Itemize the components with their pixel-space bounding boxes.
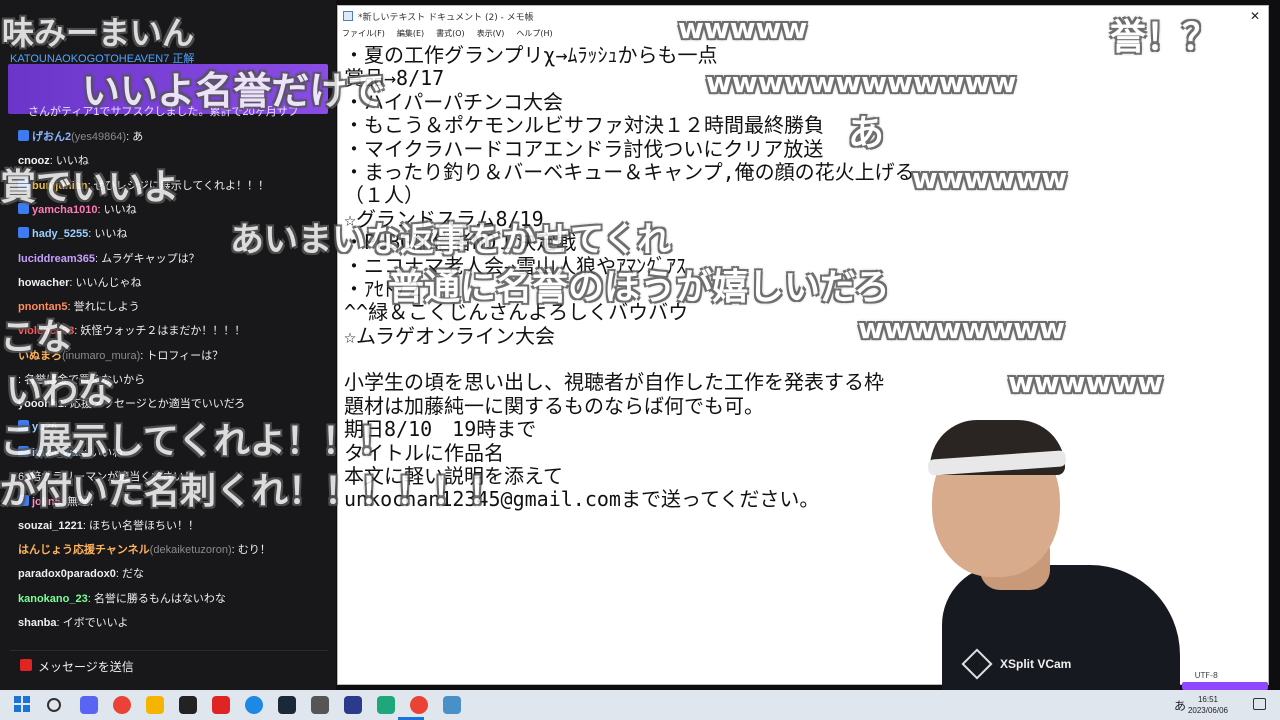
taskbar: あ 16:51 2023/06/06 <box>0 690 1280 720</box>
clock-date: 2023/06/06 <box>1187 706 1228 715</box>
app-icon[interactable] <box>179 696 197 714</box>
chat-username[interactable]: howacher <box>18 277 69 289</box>
notepad-line <box>344 348 915 371</box>
chat-message: luciddream365: ムラゲキャップは？ <box>18 250 200 266</box>
badge-icon <box>18 227 29 239</box>
chat-message-text: : 誉れにしよう <box>67 301 140 314</box>
steam-icon[interactable] <box>278 696 296 714</box>
chat-username[interactable]: luciddream365 <box>18 253 95 265</box>
chrome-icon[interactable] <box>113 696 131 714</box>
ncv-icon[interactable] <box>311 696 329 714</box>
blue-app-icon[interactable] <box>245 696 263 714</box>
xsplit-label: XSplit VCam <box>1000 657 1072 671</box>
overlay-comment: 誉！？ <box>1110 17 1219 58</box>
chat-username[interactable]: paradox0paradox0 <box>18 568 116 580</box>
notepad-line: 期日8/10 19時まで <box>344 417 537 442</box>
chat-login-name: (dekaiketuzoron) <box>149 544 232 557</box>
notepad-line: 小学生の頃を思い出し、視聴者が自作した工作を発表する枠 <box>344 370 884 395</box>
notepad-line: 題材は加藤純一に関するものならば何でも可。 <box>344 393 764 418</box>
start-icon[interactable] <box>14 696 32 714</box>
chrome2-icon[interactable] <box>410 696 428 714</box>
red-app-icon[interactable] <box>212 696 230 714</box>
overlay-comment: 味みーまいん <box>2 14 195 52</box>
chat-message: hady_5255: いいね <box>18 225 127 241</box>
chat-message-text: : イボでいいよ <box>56 617 129 629</box>
chat-message: げおん2(yes49864): あ <box>18 128 143 144</box>
chat-message-text: : 妖怪ウォッチ２はまだか！！！！ <box>74 325 246 338</box>
chat-message-text: : あ <box>126 131 144 143</box>
overlay-comment: こ展示してくれよ！！！ <box>0 421 394 462</box>
folder-icon[interactable] <box>146 696 164 714</box>
menu-edit[interactable]: 編集(E) <box>397 26 424 42</box>
overlay-comment: wwwwww <box>912 162 1068 195</box>
chat-message-text: : だな <box>115 568 144 581</box>
menu-view[interactable]: 表示(V) <box>477 26 505 42</box>
chat-message-text: : トロフィーは？ <box>140 349 224 362</box>
chat-username[interactable]: souzai_1221 <box>18 520 83 532</box>
overlay-comment: あいまいな返事をかせてくれ <box>230 220 671 260</box>
chat-message: はんじょう応援チャンネル(dekaiketuzoron): むり！ <box>18 541 271 557</box>
purple-indicator <box>1182 682 1268 690</box>
clock-time: 16:51 <box>1197 695 1218 704</box>
notepad-line: ☆ムラゲオンライン大会 <box>344 323 556 348</box>
chat-login-name: (yes49864) <box>71 131 127 143</box>
chat-username[interactable]: げおん2 <box>32 131 71 143</box>
chat-message: howacher: いいんじゃね <box>18 274 141 290</box>
chat-login-name: (inumaro_mura) <box>62 349 141 362</box>
chat-message-text: : ムラゲキャップは？ <box>95 252 200 265</box>
webcam-overlay: XSplit VCam <box>900 415 1200 715</box>
notepad-icon[interactable] <box>443 696 461 714</box>
chat-message-text: : 名誉に勝るもんはないわな <box>87 592 226 605</box>
chat-message: souzai_1221: ほちい名誉ほちい！！ <box>18 517 199 533</box>
chat-message-text: : いいんじゃね <box>69 276 142 289</box>
chat-message: shanba: イボでいいよ <box>18 614 128 630</box>
chat-message: kanokano_23: 名誉に勝るもんはないわな <box>18 590 226 606</box>
discord-icon[interactable] <box>80 696 98 714</box>
overlay-comment: wwwwwwwwwwww <box>706 66 1017 99</box>
notepad-line: ・夏の工作グランプリχ→ﾑﾗｯｼｭからも一点 <box>344 43 718 67</box>
overlay-comment: wwwww <box>678 12 808 45</box>
chat-username[interactable]: はんじょう応援チャンネル <box>18 544 150 556</box>
camera-icon <box>20 659 32 671</box>
notepad-line: ・まったり釣り＆バーベキュー＆キャンプ,俺の顔の花火上げる <box>344 159 915 184</box>
chat-message: paradox0paradox0: だな <box>18 565 144 581</box>
overlay-comment: wwwwww <box>1008 366 1164 399</box>
overlay-comment: が付いた名刺くれ！！！！！！ <box>0 471 505 512</box>
green-app-icon[interactable] <box>377 696 395 714</box>
chat-message-text: : むり！ <box>231 544 271 557</box>
screen: KATOUNAOKOGOTOHEAVEN7 正解 さんがティア1でサブスクしまし… <box>0 0 1280 720</box>
send-message-label: メッセージを送信 <box>38 660 134 674</box>
notepad-line: ・もこう＆ポケモンルビサファ対決１２時間最終勝負 <box>344 113 824 138</box>
chat-message-text: : ほちい名誉ほちい！！ <box>82 519 199 532</box>
badge-icon <box>18 130 29 141</box>
menu-file[interactable]: ファイル(F) <box>342 26 385 42</box>
send-message-button[interactable]: メッセージを送信 <box>10 650 328 680</box>
notepad-line: ・マイクラハードコアエンドラ討伐ついにクリア放送 <box>344 136 824 161</box>
overlay-comment: いわな <box>6 371 115 412</box>
notification-icon[interactable] <box>1253 698 1266 710</box>
overlay-comment: こな <box>0 317 73 358</box>
ime-indicator[interactable]: あ <box>1174 697 1186 714</box>
close-icon[interactable]: ✕ <box>1250 9 1260 23</box>
clock[interactable]: 16:51 2023/06/06 <box>1188 694 1228 716</box>
chat-message-text: : いいね <box>88 228 128 241</box>
overlay-comment: あ <box>848 113 885 154</box>
monitor-icon[interactable] <box>344 696 362 714</box>
notepad-title: *新しいテキスト ドキュメント (2) - メモ帳 <box>358 13 534 23</box>
chat-username[interactable]: shanba <box>18 617 57 629</box>
notepad-icon <box>343 11 353 21</box>
chat-username[interactable]: hady_5255 <box>32 228 88 240</box>
overlay-comment: 普通に名誉のほうが嬉しいだろ <box>388 267 890 308</box>
overlay-comment: 賞でいいよ <box>0 167 180 208</box>
overlay-comment: wwwwwwww <box>858 312 1065 345</box>
chat-username[interactable]: kanokano_23 <box>18 593 88 605</box>
overlay-comment: いいよ名誉だけで <box>82 69 386 113</box>
menu-format[interactable]: 書式(O) <box>436 26 465 42</box>
notepad-line: （１人） <box>344 183 424 208</box>
menu-help[interactable]: ヘルプ(H) <box>516 26 552 42</box>
search-icon[interactable] <box>47 698 61 712</box>
